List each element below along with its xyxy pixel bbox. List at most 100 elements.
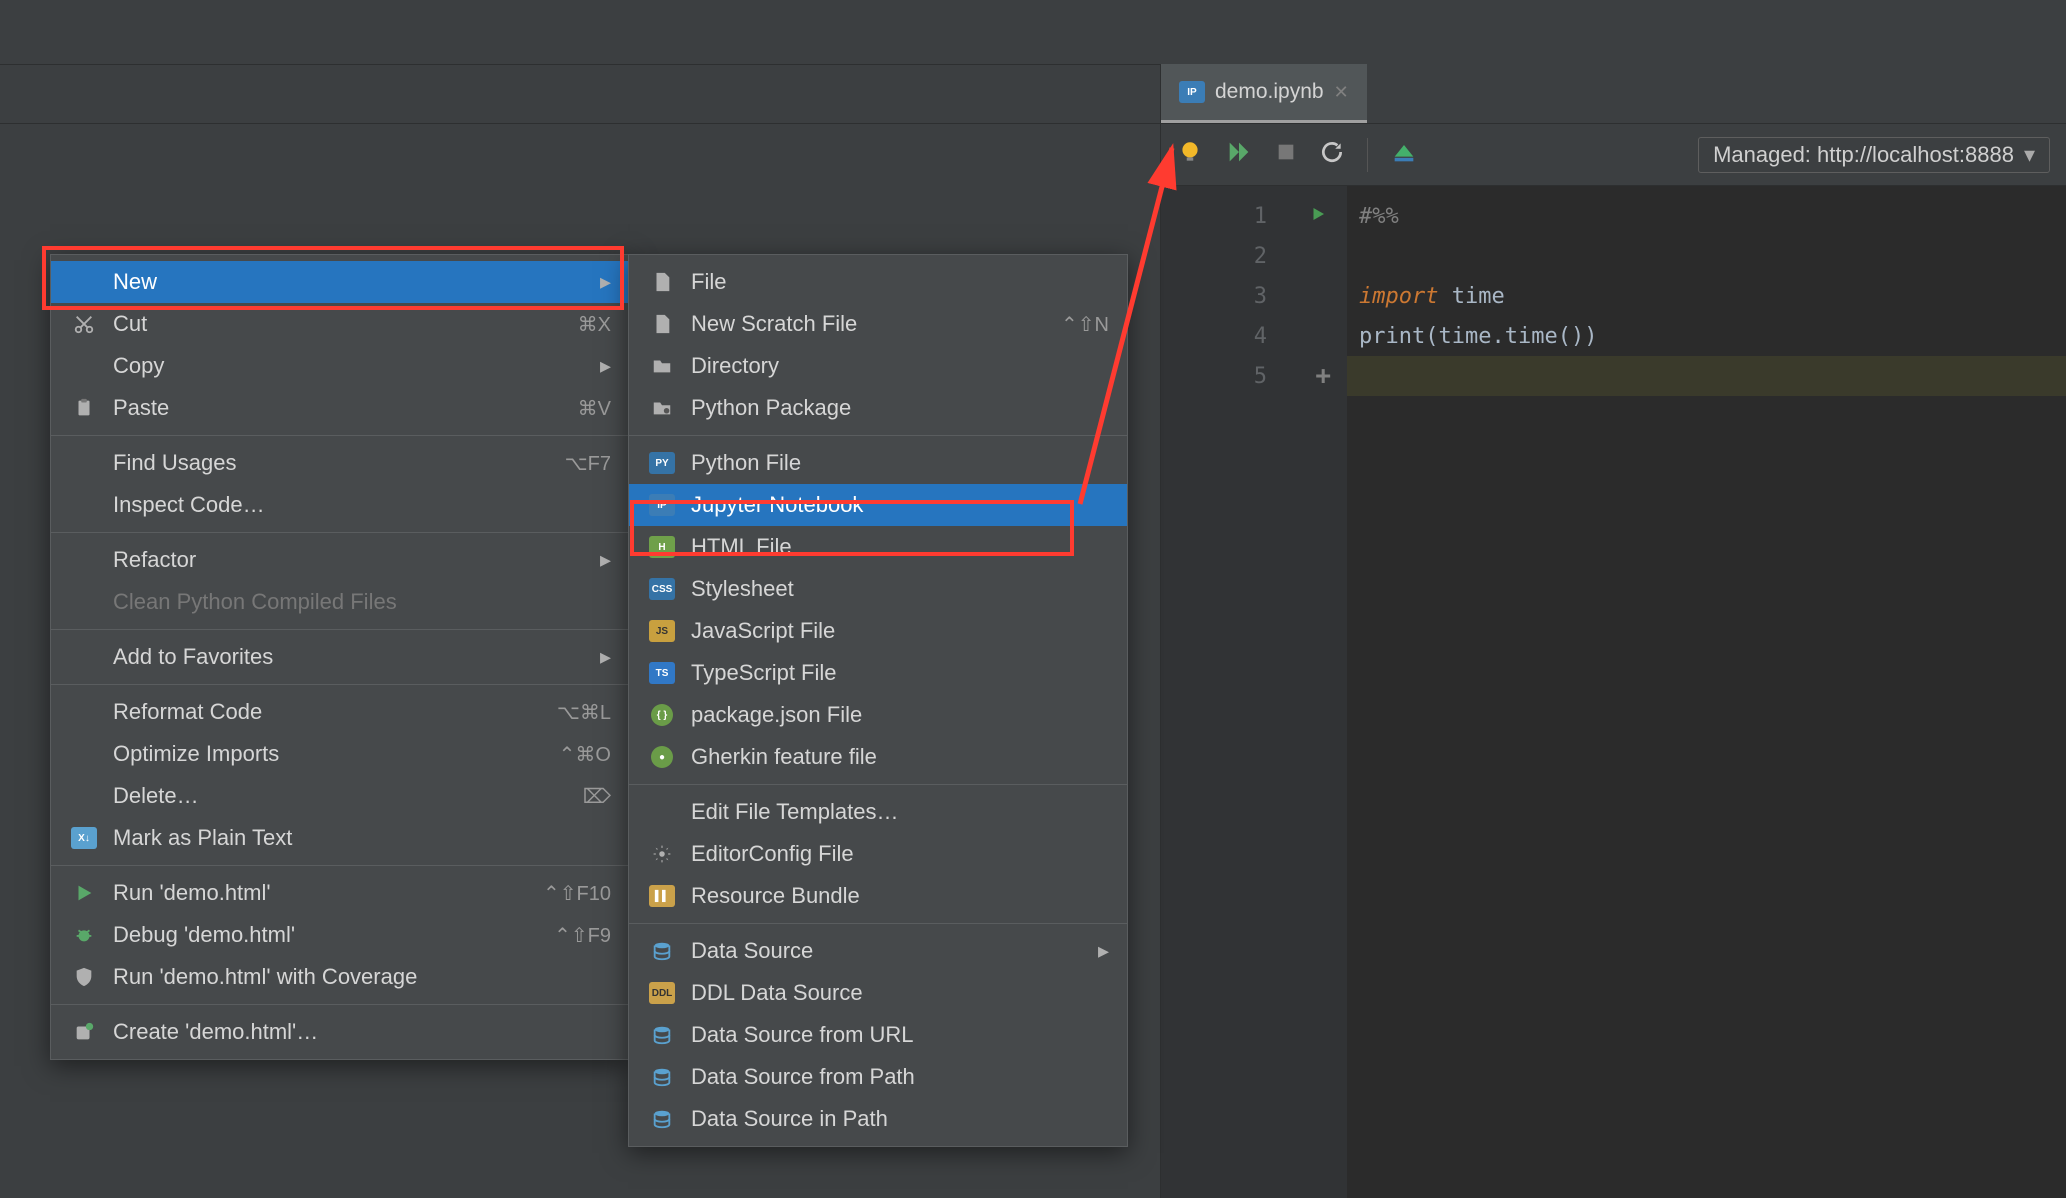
menu-item-label: Gherkin feature file (691, 744, 1109, 770)
server-selector[interactable]: Managed: http://localhost:8888 ▾ (1698, 137, 2050, 173)
menu-item-package-json-file[interactable]: { }package.json File (629, 694, 1127, 736)
menu-item-stylesheet[interactable]: CSSStylesheet (629, 568, 1127, 610)
none-icon (69, 739, 99, 769)
menu-item-label: File (691, 269, 1109, 295)
menu-item-directory[interactable]: Directory (629, 345, 1127, 387)
run-all-icon[interactable] (1225, 138, 1253, 172)
run-cell-icon[interactable] (1309, 204, 1327, 229)
none-icon (69, 490, 99, 520)
menu-item-optimize-imports[interactable]: Optimize Imports⌃⌘O (51, 733, 629, 775)
menu-item-create-demo-html[interactable]: Create 'demo.html'… (51, 1011, 629, 1053)
menu-item-label: Paste (113, 395, 554, 421)
menu-item-label: Mark as Plain Text (113, 825, 611, 851)
upload-icon[interactable] (1390, 138, 1418, 172)
submenu-arrow-icon: ▸ (1098, 938, 1109, 964)
menu-item-label: Data Source from Path (691, 1064, 1109, 1090)
menu-item-label: EditorConfig File (691, 841, 1109, 867)
file-tab-demo[interactable]: IP demo.ipynb ✕ (1161, 64, 1367, 123)
menu-item-new-scratch-file[interactable]: New Scratch File⌃⇧N (629, 303, 1127, 345)
menu-item-label: Run 'demo.html' (113, 880, 519, 906)
submenu-arrow-icon: ▸ (600, 353, 611, 379)
menu-item-python-package[interactable]: Python Package (629, 387, 1127, 429)
pkg-icon (647, 393, 677, 423)
restart-icon[interactable] (1319, 139, 1345, 171)
menu-item-label: TypeScript File (691, 660, 1109, 686)
submenu-arrow-icon: ▸ (600, 269, 611, 295)
menu-item-edit-file-templates[interactable]: Edit File Templates… (629, 791, 1127, 833)
ddl-icon: DDL (647, 978, 677, 1008)
db-icon (647, 1104, 677, 1134)
menu-item-run-demo-html[interactable]: Run 'demo.html'⌃⇧F10 (51, 872, 629, 914)
menu-item-find-usages[interactable]: Find Usages⌥F7 (51, 442, 629, 484)
line-number[interactable]: 3 (1161, 276, 1285, 316)
menu-item-javascript-file[interactable]: JSJavaScript File (629, 610, 1127, 652)
menu-separator (51, 532, 629, 533)
menu-item-cut[interactable]: Cut⌘X (51, 303, 629, 345)
menu-separator (51, 1004, 629, 1005)
close-tab-icon[interactable]: ✕ (1334, 82, 1349, 103)
menu-item-gherkin-feature-file[interactable]: ●Gherkin feature file (629, 736, 1127, 778)
add-cell-icon[interactable]: + (1315, 361, 1331, 391)
menu-item-run-demo-html-with-coverage[interactable]: Run 'demo.html' with Coverage (51, 956, 629, 998)
menu-item-refactor[interactable]: Refactor▸ (51, 539, 629, 581)
menu-item-label: Create 'demo.html'… (113, 1019, 611, 1045)
menu-item-jupyter-notebook[interactable]: IPJupyter Notebook (629, 484, 1127, 526)
menu-item-data-source-from-url[interactable]: Data Source from URL (629, 1014, 1127, 1056)
db-icon (647, 1020, 677, 1050)
file-tab-label: demo.ipynb (1215, 80, 1324, 104)
menu-item-label: New Scratch File (691, 311, 1037, 337)
menu-item-data-source-in-path[interactable]: Data Source in Path (629, 1098, 1127, 1140)
gear-icon (647, 839, 677, 869)
menu-item-delete[interactable]: Delete…⌦ (51, 775, 629, 817)
menu-item-resource-bundle[interactable]: ▌▌Resource Bundle (629, 875, 1127, 917)
gutter-spacer (1285, 186, 1347, 1198)
menu-item-label: Edit File Templates… (691, 799, 1109, 825)
menu-item-data-source[interactable]: Data Source▸ (629, 930, 1127, 972)
ts-icon: TS (647, 658, 677, 688)
menu-item-ddl-data-source[interactable]: DDLDDL Data Source (629, 972, 1127, 1014)
menu-item-label: New (113, 269, 600, 295)
ip-icon: IP (647, 490, 677, 520)
line-number[interactable]: 1 (1161, 196, 1285, 236)
menu-item-inspect-code[interactable]: Inspect Code… (51, 484, 629, 526)
code-text: print( (1359, 324, 1438, 349)
code-text: #%% (1359, 204, 1399, 229)
none-icon (69, 267, 99, 297)
menu-item-editorconfig-file[interactable]: EditorConfig File (629, 833, 1127, 875)
line-number[interactable]: 5 + (1161, 356, 1285, 396)
menu-item-typescript-file[interactable]: TS TypeScript File (629, 652, 1127, 694)
menu-item-python-file[interactable]: PYPython File (629, 442, 1127, 484)
menu-separator (629, 784, 1127, 785)
stop-icon[interactable] (1275, 141, 1297, 169)
menu-item-mark-as-plain-text[interactable]: X↓Mark as Plain Text (51, 817, 629, 859)
menu-item-html-file[interactable]: HHTML File (629, 526, 1127, 568)
none-icon (69, 448, 99, 478)
none-icon (647, 797, 677, 827)
menu-item-debug-demo-html[interactable]: Debug 'demo.html'⌃⇧F9 (51, 914, 629, 956)
submenu-arrow-icon: ▸ (600, 644, 611, 670)
menu-item-file[interactable]: File (629, 261, 1127, 303)
none-icon (69, 781, 99, 811)
submenu-arrow-icon: ▸ (600, 547, 611, 573)
menu-item-label: JavaScript File (691, 618, 1109, 644)
menu-separator (51, 435, 629, 436)
menu-separator (51, 684, 629, 685)
jupyter-file-icon: IP (1179, 81, 1205, 103)
line-number[interactable]: 4 (1161, 316, 1285, 356)
db-icon (647, 936, 677, 966)
menu-item-data-source-from-path[interactable]: Data Source from Path (629, 1056, 1127, 1098)
code-lines[interactable]: #%% import time print(time.time()) (1347, 186, 2066, 1198)
line-number[interactable]: 2 (1161, 236, 1285, 276)
paste-icon (69, 393, 99, 423)
none-icon (69, 587, 99, 617)
menu-item-label: Inspect Code… (113, 492, 611, 518)
intention-bulb-icon[interactable] (1177, 139, 1203, 171)
menu-item-add-to-favorites[interactable]: Add to Favorites▸ (51, 636, 629, 678)
menu-item-paste[interactable]: Paste⌘V (51, 387, 629, 429)
menu-separator (51, 865, 629, 866)
menu-item-new[interactable]: New▸ (51, 261, 629, 303)
menu-item-label: Cut (113, 311, 554, 337)
menu-item-reformat-code[interactable]: Reformat Code⌥⌘L (51, 691, 629, 733)
menu-item-shortcut: ⌃⌘O (559, 742, 611, 767)
menu-item-copy[interactable]: Copy▸ (51, 345, 629, 387)
